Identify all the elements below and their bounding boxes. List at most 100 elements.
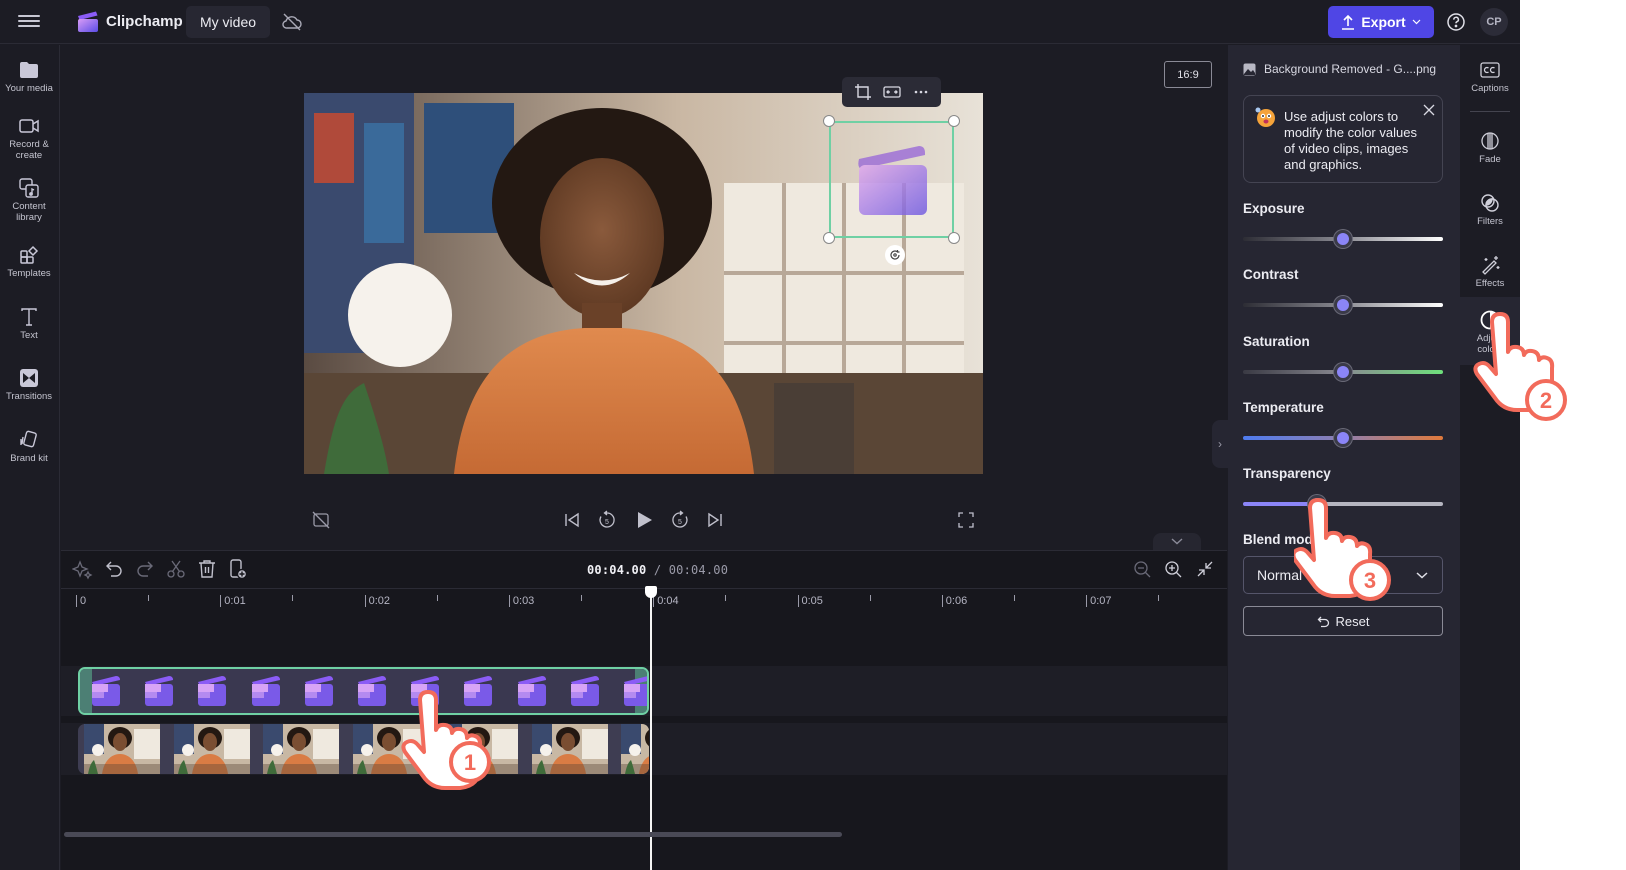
rail-divider bbox=[1470, 111, 1510, 112]
resize-handle-bottom-left[interactable] bbox=[823, 232, 835, 244]
sidebar-label: Content bbox=[12, 201, 46, 212]
magic-icon[interactable] bbox=[72, 558, 94, 580]
overlay-clip[interactable] bbox=[78, 667, 649, 715]
rail-item-fade[interactable]: Fade bbox=[1460, 130, 1520, 165]
current-time: 00:04.00 bbox=[587, 563, 647, 577]
saturation-slider[interactable] bbox=[1243, 363, 1443, 381]
fullscreen-icon[interactable] bbox=[955, 509, 977, 531]
folder-icon bbox=[20, 62, 38, 78]
sidebar-label: create bbox=[15, 150, 43, 161]
skip-forward-icon[interactable] bbox=[704, 509, 726, 531]
zoom-out-icon[interactable] bbox=[1131, 558, 1153, 580]
rewind-5-icon[interactable]: 5 bbox=[596, 509, 618, 531]
video-thumbnail bbox=[263, 724, 339, 774]
collapse-preview-button[interactable] bbox=[1153, 533, 1201, 550]
play-icon[interactable] bbox=[633, 509, 655, 531]
selected-overlay-bounds[interactable] bbox=[829, 121, 954, 238]
transparency-label: Transparency bbox=[1243, 466, 1331, 481]
ruler-label: 0:02 bbox=[368, 595, 391, 607]
aspect-ratio-button[interactable]: 16:9 bbox=[1164, 61, 1212, 88]
sidebar-item-templates[interactable]: Templates bbox=[0, 244, 58, 279]
exposure-slider[interactable] bbox=[1243, 230, 1443, 248]
hamburger-menu-icon[interactable] bbox=[18, 12, 40, 30]
ruler-tick bbox=[220, 595, 222, 607]
rail-label: Adjust bbox=[1476, 333, 1504, 344]
sidebar-label: Record & bbox=[9, 139, 49, 150]
user-avatar[interactable]: CP bbox=[1480, 8, 1508, 36]
rail-item-effects[interactable]: Effects bbox=[1460, 254, 1520, 289]
sidebar-item-brand-kit[interactable]: Brand kit bbox=[0, 429, 58, 464]
reset-icon bbox=[1317, 616, 1329, 627]
overlay-thumbnail bbox=[411, 676, 440, 706]
sidebar-item-transitions[interactable]: Transitions bbox=[0, 367, 58, 402]
more-icon[interactable] bbox=[911, 82, 931, 102]
sidebar-label: library bbox=[16, 212, 42, 223]
sidebar-item-your-media[interactable]: Your media bbox=[0, 59, 58, 94]
captions-off-icon[interactable] bbox=[310, 509, 332, 531]
saturation-label: Saturation bbox=[1243, 334, 1310, 349]
video-camera-icon bbox=[19, 119, 39, 133]
reset-label: Reset bbox=[1335, 613, 1370, 629]
close-icon[interactable] bbox=[1421, 102, 1437, 118]
project-name-field[interactable]: My video bbox=[186, 6, 271, 38]
sidebar-item-text[interactable]: Text bbox=[0, 306, 58, 341]
timeline-ruler[interactable]: 0 0:01 0:02 0:03 0:04 0:05 0:06 0:07 bbox=[61, 588, 1227, 612]
sidebar-label: Templates bbox=[7, 268, 51, 279]
blend-mode-select[interactable]: Normal bbox=[1243, 556, 1443, 594]
sidebar-item-content-library[interactable]: Content library bbox=[0, 177, 58, 223]
svg-text:5: 5 bbox=[678, 519, 682, 526]
ruler-label: 0:06 bbox=[945, 595, 968, 607]
transparency-slider[interactable] bbox=[1243, 495, 1443, 513]
video-thumbnail bbox=[84, 724, 160, 774]
temperature-slider-thumb[interactable] bbox=[1334, 429, 1352, 447]
redo-icon[interactable] bbox=[134, 558, 156, 580]
sidebar-item-record-create[interactable]: Record & create bbox=[0, 115, 58, 161]
rotate-handle[interactable] bbox=[885, 245, 905, 265]
ruler-tick bbox=[508, 595, 510, 607]
playhead-handle[interactable] bbox=[645, 586, 657, 598]
saturation-slider-thumb[interactable] bbox=[1334, 363, 1352, 381]
rail-item-captions[interactable]: Captions bbox=[1460, 59, 1520, 94]
resize-handle-top-left[interactable] bbox=[823, 115, 835, 127]
exposure-label: Exposure bbox=[1243, 201, 1305, 216]
rail-item-filters[interactable]: Filters bbox=[1460, 192, 1520, 227]
overlay-thumbnail bbox=[570, 676, 599, 706]
reset-button[interactable]: Reset bbox=[1243, 606, 1443, 636]
collapse-properties-button[interactable]: › bbox=[1212, 420, 1228, 468]
delete-icon[interactable] bbox=[196, 558, 218, 580]
tip-text: Use adjust colors to modify the color va… bbox=[1284, 109, 1417, 172]
exposure-slider-thumb[interactable] bbox=[1334, 230, 1352, 248]
ruler-tick bbox=[76, 595, 77, 607]
rail-item-adjust-colors[interactable]: Adjust colors bbox=[1460, 309, 1520, 355]
transparency-slider-thumb[interactable] bbox=[1308, 495, 1326, 513]
crop-icon[interactable] bbox=[853, 82, 873, 102]
overlay-thumbnail bbox=[624, 676, 647, 706]
resize-handle-top-right[interactable] bbox=[948, 115, 960, 127]
fit-icon[interactable] bbox=[882, 82, 902, 102]
rail-label: Effects bbox=[1475, 278, 1505, 289]
video-clip[interactable] bbox=[78, 724, 649, 774]
zoom-in-icon[interactable] bbox=[1162, 558, 1184, 580]
skip-back-icon[interactable] bbox=[561, 509, 583, 531]
add-to-timeline-icon[interactable] bbox=[227, 558, 249, 580]
contrast-label: Contrast bbox=[1243, 267, 1299, 282]
contrast-slider-thumb[interactable] bbox=[1334, 296, 1352, 314]
help-icon[interactable] bbox=[1444, 10, 1468, 34]
sidebar-label: Transitions bbox=[5, 391, 53, 402]
cloud-off-icon[interactable] bbox=[280, 10, 304, 34]
forward-5-icon[interactable]: 5 bbox=[669, 509, 691, 531]
undo-icon[interactable] bbox=[103, 558, 125, 580]
split-icon[interactable] bbox=[165, 558, 187, 580]
ruler-minor-tick bbox=[1158, 595, 1160, 601]
fit-timeline-icon[interactable] bbox=[1194, 558, 1216, 580]
sidebar-label: Brand kit bbox=[10, 453, 48, 464]
temperature-slider[interactable] bbox=[1243, 429, 1443, 447]
export-button[interactable]: Export bbox=[1328, 6, 1434, 38]
contrast-slider[interactable] bbox=[1243, 296, 1443, 314]
right-rail bbox=[1460, 45, 1520, 870]
overlay-thumbnail bbox=[464, 676, 493, 706]
svg-text:5: 5 bbox=[605, 519, 609, 526]
resize-handle-bottom-right[interactable] bbox=[948, 232, 960, 244]
ruler-minor-tick bbox=[436, 595, 438, 601]
timeline-horizontal-scrollbar[interactable] bbox=[64, 832, 842, 837]
